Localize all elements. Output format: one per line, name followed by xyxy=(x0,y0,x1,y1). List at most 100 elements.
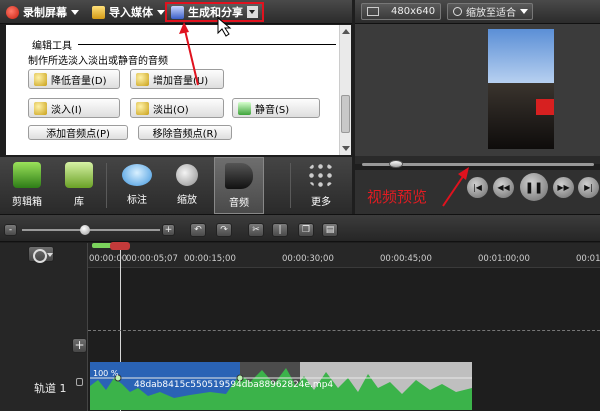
tab-label: 库 xyxy=(74,197,84,208)
clip-volume-label: 100 % xyxy=(93,369,119,378)
section-description: 制作所选淡入淡出或静音的音频 xyxy=(28,56,168,67)
scroll-up-icon[interactable] xyxy=(342,29,350,34)
skip-back-icon[interactable]: |◀ xyxy=(467,177,488,198)
tab-clip-bin[interactable]: 剪辑箱 xyxy=(0,157,54,214)
volume-down-button[interactable]: 降低音量(D) xyxy=(28,69,120,89)
add-audio-point-label: 添加音频点(P) xyxy=(46,129,110,140)
ruler-label: 00:00:30;00 xyxy=(282,254,334,264)
tab-label: 剪辑箱 xyxy=(12,197,42,208)
timeline-ruler[interactable]: 00:00:00 00:00:05;07 00:00:15;00 00:00:3… xyxy=(88,243,600,268)
play-pause-icon[interactable]: ❚❚ xyxy=(520,173,548,201)
scrollbar-thumb[interactable] xyxy=(341,95,350,133)
fade-out-button[interactable]: 淡出(O) xyxy=(130,98,224,118)
scroll-down-icon[interactable] xyxy=(342,146,350,151)
tab-label: 缩放 xyxy=(177,195,197,206)
tool-tabs: 剪辑箱 库 标注 缩放 音频 更多 xyxy=(0,157,352,214)
paste-icon[interactable]: ▤ xyxy=(322,223,338,237)
fade-in-icon xyxy=(34,101,47,115)
main-toolbar: 录制屏幕 导入媒体 生成和分享 xyxy=(0,0,352,24)
tab-divider xyxy=(106,163,107,208)
record-screen-label: 录制屏幕 xyxy=(23,6,67,19)
fast-forward-icon[interactable]: ▶▶ xyxy=(553,177,574,198)
chevron-down-icon xyxy=(520,9,528,14)
tab-callouts[interactable]: 标注 xyxy=(110,157,164,214)
video-frame xyxy=(488,29,554,149)
rewind-icon[interactable]: ◀◀ xyxy=(493,177,514,198)
fade-in-button[interactable]: 淡入(I) xyxy=(28,98,120,118)
split-icon[interactable]: | xyxy=(272,223,288,237)
video-red-sign xyxy=(536,99,554,115)
volume-up-label: 增加音量(U) xyxy=(153,75,209,87)
volume-up-icon xyxy=(136,72,149,86)
dots-circle-icon xyxy=(307,162,335,188)
canvas-size-label: 480x640 xyxy=(391,6,436,17)
chevron-down-icon[interactable] xyxy=(247,6,258,18)
remove-audio-point-button[interactable]: 移除音频点(R) xyxy=(138,125,232,140)
ruler-label: 00:00:15;00 xyxy=(184,254,236,264)
record-icon xyxy=(6,5,19,19)
playhead-handle[interactable] xyxy=(110,242,130,250)
fade-out-icon xyxy=(136,101,149,115)
tab-label: 标注 xyxy=(127,195,147,206)
timeline-zoom-track[interactable] xyxy=(22,229,160,231)
preview-scrub-handle[interactable] xyxy=(389,160,403,168)
lock-icon[interactable] xyxy=(76,378,83,386)
fade-out-label: 淡出(O) xyxy=(153,104,189,116)
copy-icon[interactable]: ❐ xyxy=(298,223,314,237)
record-screen-button[interactable]: 录制屏幕 xyxy=(6,3,79,21)
ruler-label: 00:00:00 xyxy=(89,254,128,264)
tab-library[interactable]: 库 xyxy=(52,157,106,214)
speech-bubble-icon xyxy=(122,164,152,186)
chevron-down-icon[interactable] xyxy=(157,9,165,15)
zoom-out-icon[interactable]: - xyxy=(4,224,17,236)
zoom-fit-label: 缩放至适合 xyxy=(466,8,516,19)
track-divider xyxy=(88,330,600,331)
mute-icon xyxy=(238,101,251,115)
ruler-label: 00:01:00;00 xyxy=(478,254,530,264)
tab-audio[interactable]: 音频 xyxy=(214,157,264,214)
tab-divider xyxy=(290,163,291,208)
search-icon xyxy=(453,7,462,16)
volume-down-label: 降低音量(D) xyxy=(51,75,107,87)
tab-zoom[interactable]: 缩放 xyxy=(160,157,214,214)
redo-icon[interactable]: ↷ xyxy=(216,223,232,237)
film-strip-icon xyxy=(13,162,41,188)
import-media-button[interactable]: 导入媒体 xyxy=(92,3,165,21)
timeline-toolbar: - + ↶ ↷ ✂ | ❐ ▤ xyxy=(0,214,600,242)
panel-scrollbar[interactable] xyxy=(339,25,351,155)
import-media-label: 导入媒体 xyxy=(109,6,153,19)
skip-forward-icon[interactable]: ▶| xyxy=(578,177,599,198)
volume-down-icon xyxy=(34,72,47,86)
ruler-label: 00:01 xyxy=(576,254,600,264)
clip-filename: 48dab8415c550519594dba88962824e.mp4 xyxy=(134,380,334,390)
timeline-zoom-handle[interactable] xyxy=(80,225,90,235)
gear-icon[interactable] xyxy=(28,246,54,263)
tab-label: 音频 xyxy=(229,198,249,209)
cut-icon[interactable]: ✂ xyxy=(248,223,264,237)
mute-button[interactable]: 静音(S) xyxy=(232,98,320,118)
chevron-down-icon[interactable] xyxy=(71,9,79,15)
zoom-fit-dropdown[interactable]: 缩放至适合 xyxy=(447,3,533,20)
preview-toolbar: 480x640 缩放至适合 xyxy=(355,0,600,24)
mute-label: 静音(S) xyxy=(255,104,290,116)
produce-icon xyxy=(171,5,184,19)
tab-more[interactable]: 更多 xyxy=(294,157,348,214)
canvas-size-button[interactable]: 480x640 xyxy=(361,3,441,20)
volume-up-button[interactable]: 增加音量(U) xyxy=(130,69,224,89)
magnifier-icon xyxy=(176,164,198,186)
ruler-label: 00:00:45;00 xyxy=(380,254,432,264)
video-crowd xyxy=(488,83,554,149)
fade-in-label: 淡入(I) xyxy=(51,104,82,116)
add-audio-point-button[interactable]: 添加音频点(P) xyxy=(28,125,128,140)
library-folder-icon xyxy=(65,162,93,188)
audio-edit-panel: 编辑工具 制作所选淡入淡出或静音的音频 降低音量(D) 增加音量(U) 淡入(I… xyxy=(6,25,344,155)
undo-icon[interactable]: ↶ xyxy=(190,223,206,237)
add-track-button[interactable]: + xyxy=(72,338,87,353)
zoom-in-icon[interactable]: + xyxy=(162,224,175,236)
produce-share-button[interactable]: 生成和分享 xyxy=(165,2,264,22)
folder-icon xyxy=(92,5,105,19)
section-title: 编辑工具 xyxy=(32,41,72,52)
video-preview-annotation: 视频预览 xyxy=(367,188,428,206)
track-label: 轨道 1 xyxy=(34,382,67,395)
video-sky xyxy=(488,29,554,83)
